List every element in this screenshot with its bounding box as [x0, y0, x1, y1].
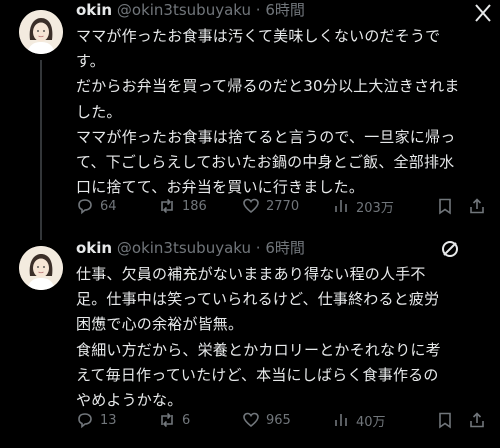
- bookmark-button[interactable]: [436, 410, 454, 430]
- tweet-header: okin @okin3tsubuyaku · 6時間: [76, 238, 305, 258]
- retweet-button[interactable]: 186: [158, 196, 207, 216]
- share-button[interactable]: [468, 196, 486, 216]
- bookmark-button[interactable]: [436, 196, 454, 216]
- display-name[interactable]: okin: [76, 1, 112, 19]
- like-button[interactable]: 965: [242, 410, 291, 430]
- view-count: 203万: [356, 200, 394, 216]
- share-icon: [470, 412, 484, 428]
- action-bar: 64 186 2770 203万: [76, 196, 486, 216]
- text-line: 食細い方だから、栄養とかカロリーとかそれなりに考: [76, 340, 441, 359]
- like-button[interactable]: 2770: [242, 196, 299, 216]
- views-icon: [335, 200, 347, 212]
- tweet-2[interactable]: okin @okin3tsubuyaku · 6時間 仕事、欠員の補充がないまま…: [0, 232, 500, 448]
- text-line: 困憊で心の余裕が皆無。: [76, 315, 244, 334]
- grok-icon[interactable]: [440, 239, 460, 263]
- views-icon: [335, 414, 347, 426]
- like-count: 2770: [266, 198, 300, 214]
- avatar[interactable]: [19, 246, 63, 290]
- display-name[interactable]: okin: [76, 239, 112, 257]
- retweet-icon: [161, 198, 173, 214]
- separator: ·: [255, 1, 261, 19]
- username[interactable]: @okin3tsubuyaku: [117, 239, 251, 257]
- share-button[interactable]: [468, 410, 486, 430]
- text-line: えて毎日作っていたけど、本当にしばらく食事作るの: [76, 365, 439, 384]
- username[interactable]: @okin3tsubuyaku: [117, 1, 251, 19]
- reply-count: 64: [100, 198, 117, 214]
- timestamp[interactable]: 6時間: [265, 239, 305, 257]
- separator: ·: [255, 239, 261, 257]
- tweet-header: okin @okin3tsubuyaku · 6時間: [76, 0, 305, 20]
- retweet-count: 186: [182, 198, 207, 214]
- views-button[interactable]: 40万: [332, 410, 386, 430]
- bookmark-icon: [439, 198, 451, 215]
- text-line: 仕事、欠員の補充がないままあり得ない程の人手不: [76, 265, 426, 283]
- text-line: ママが作ったお食事は捨てると言うので、一旦家に帰っ: [76, 127, 456, 146]
- tweet-text: 仕事、欠員の補充がないままあり得ない程の人手不 足。仕事中は笑っていられるけど、…: [76, 262, 486, 413]
- views-button[interactable]: 203万: [332, 196, 394, 216]
- text-line: ママが作ったお食事は汚くて美味しくないのだそうで: [76, 27, 441, 45]
- retweet-count: 6: [182, 412, 191, 428]
- reply-button[interactable]: 13: [76, 410, 117, 430]
- reply-icon: [78, 199, 92, 215]
- bookmark-icon: [439, 412, 451, 429]
- text-line: す。: [76, 52, 105, 71]
- text-line: した。: [76, 102, 122, 121]
- heart-icon: [243, 198, 259, 214]
- text-line: だからお弁当を買って帰るのだと30分以上大泣きされま: [76, 77, 460, 96]
- retweet-button[interactable]: 6: [158, 410, 190, 430]
- like-count: 965: [266, 412, 291, 428]
- reply-icon: [78, 413, 92, 429]
- heart-icon: [243, 412, 259, 428]
- tweet-text: ママが作ったお食事は汚くて美味しくないのだそうで す。 だからお弁当を買って帰る…: [76, 24, 486, 200]
- retweet-icon: [161, 412, 173, 428]
- thread-line: [40, 60, 42, 240]
- reply-button[interactable]: 64: [76, 196, 117, 216]
- avatar[interactable]: [19, 10, 63, 54]
- share-icon: [470, 198, 484, 214]
- tweet-1[interactable]: okin @okin3tsubuyaku · 6時間 ママが作ったお食事は汚くて…: [0, 0, 500, 240]
- reply-count: 13: [100, 412, 117, 428]
- timestamp[interactable]: 6時間: [265, 1, 305, 19]
- text-line: て、下ごしらえしておいたお鍋の中身とご飯、全部排水: [76, 153, 455, 172]
- text-line: 足。仕事中は笑っていられるけど、仕事終わると疲労: [76, 290, 440, 309]
- view-count: 40万: [356, 414, 386, 430]
- action-bar: 13 6 965 40万: [76, 410, 486, 430]
